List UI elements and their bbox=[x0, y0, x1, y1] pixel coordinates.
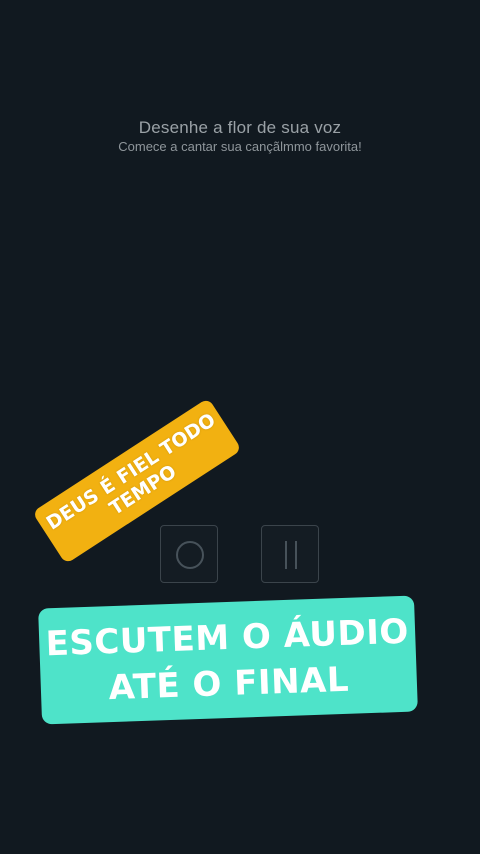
record-circle-icon bbox=[176, 541, 204, 569]
teal-sticker-line-1: ESCUTEM O ÁUDIO bbox=[45, 611, 410, 665]
teal-sticker-line-2: ATÉ O FINAL bbox=[107, 659, 350, 709]
page-subtitle: Comece a cantar sua cançãlmmo favorita! bbox=[118, 139, 362, 154]
app-screen: Desenhe a flor de sua voz Comece a canta… bbox=[0, 0, 480, 854]
yellow-sticker-line-1: DEUS É FIEL TODO bbox=[42, 408, 220, 535]
pause-button[interactable] bbox=[261, 525, 319, 583]
record-button[interactable] bbox=[160, 525, 218, 583]
pause-icon bbox=[285, 541, 297, 569]
page-title: Desenhe a flor de sua voz bbox=[138, 118, 342, 137]
teal-text-sticker: ESCUTEM O ÁUDIO ATÉ O FINAL bbox=[38, 595, 418, 725]
